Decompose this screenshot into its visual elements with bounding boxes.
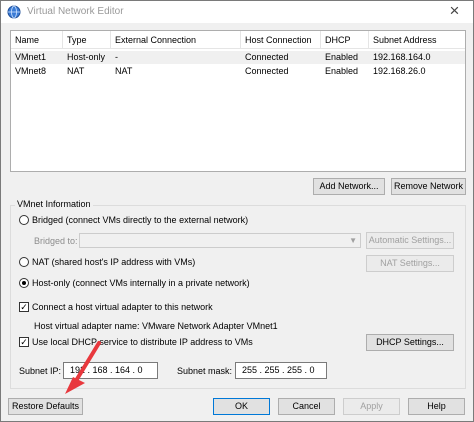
subnet-ip-input[interactable]: 192 . 168 . 164 . 0 — [63, 362, 158, 379]
bridged-to-select[interactable]: ▼ — [79, 233, 361, 248]
column-header-subnet-address[interactable]: Subnet Address — [369, 31, 465, 49]
column-header-external-connection[interactable]: External Connection — [111, 31, 241, 49]
row-external-connection: - — [111, 51, 241, 64]
network-list-table[interactable]: Name Type External Connection Host Conne… — [10, 30, 466, 172]
bridged-radio[interactable] — [19, 215, 29, 225]
row-external-connection: NAT — [115, 66, 133, 76]
table-row[interactable]: VMnet1 Host-only - Connected Enabled 192… — [11, 51, 465, 64]
nat-radio[interactable] — [19, 257, 29, 267]
vmnet-information-label: VMnet Information — [15, 199, 93, 209]
row-host-connection: Connected — [245, 66, 289, 76]
column-header-type[interactable]: Type — [63, 31, 111, 49]
row-type: Host-only — [63, 51, 111, 64]
ok-button[interactable]: OK — [213, 398, 270, 415]
virtual-network-editor-window: Virtual Network Editor × Name Type Exter… — [0, 0, 474, 422]
bridged-label: Bridged (connect VMs directly to the ext… — [32, 215, 249, 225]
bridged-to-label: Bridged to: — [34, 236, 78, 246]
row-subnet-address: 192.168.26.0 — [373, 66, 426, 76]
row-type: NAT — [67, 66, 85, 76]
network-globe-icon — [7, 5, 21, 19]
dhcp-label: Use local DHCP service to distribute IP … — [32, 337, 253, 347]
subnet-mask-label: Subnet mask: — [177, 366, 233, 376]
window-title: Virtual Network Editor — [27, 6, 124, 17]
add-network-button[interactable]: Add Network... — [313, 178, 385, 195]
connect-adapter-checkbox[interactable]: ✓ — [19, 302, 29, 312]
nat-settings-button[interactable]: NAT Settings... — [366, 255, 454, 272]
column-header-dhcp[interactable]: DHCP — [321, 31, 369, 49]
column-header-name[interactable]: Name — [11, 31, 63, 49]
title-bar: Virtual Network Editor × — [1, 1, 473, 23]
close-icon: × — [449, 1, 460, 20]
host-only-label: Host-only (connect VMs internally in a p… — [32, 278, 250, 288]
row-name: VMnet1 — [11, 51, 63, 64]
row-dhcp: Enabled — [321, 51, 369, 64]
dhcp-checkbox[interactable]: ✓ — [19, 337, 29, 347]
subnet-mask-input[interactable]: 255 . 255 . 255 . 0 — [235, 362, 327, 379]
row-dhcp: Enabled — [325, 66, 359, 76]
subnet-ip-label: Subnet IP: — [19, 366, 62, 376]
row-name: VMnet8 — [15, 66, 47, 76]
automatic-settings-button[interactable]: Automatic Settings... — [366, 232, 454, 249]
cancel-button[interactable]: Cancel — [278, 398, 335, 415]
host-only-radio[interactable] — [19, 278, 29, 288]
column-header-host-connection[interactable]: Host Connection — [241, 31, 321, 49]
adapter-name-label: Host virtual adapter name: VMware Networ… — [34, 321, 278, 331]
row-host-connection: Connected — [241, 51, 321, 64]
dhcp-settings-button[interactable]: DHCP Settings... — [366, 334, 454, 351]
apply-button[interactable]: Apply — [343, 398, 400, 415]
connect-adapter-label: Connect a host virtual adapter to this n… — [32, 302, 213, 312]
nat-label: NAT (shared host's IP address with VMs) — [32, 257, 196, 267]
restore-defaults-button[interactable]: Restore Defaults — [8, 398, 83, 415]
help-button[interactable]: Help — [408, 398, 465, 415]
table-row[interactable]: VMnet8 NAT NAT Connected Enabled 192.168… — [11, 65, 465, 78]
close-button[interactable]: × — [436, 1, 473, 23]
chevron-down-icon: ▼ — [349, 236, 357, 245]
row-subnet-address: 192.168.164.0 — [369, 51, 465, 64]
remove-network-button[interactable]: Remove Network — [391, 178, 466, 195]
